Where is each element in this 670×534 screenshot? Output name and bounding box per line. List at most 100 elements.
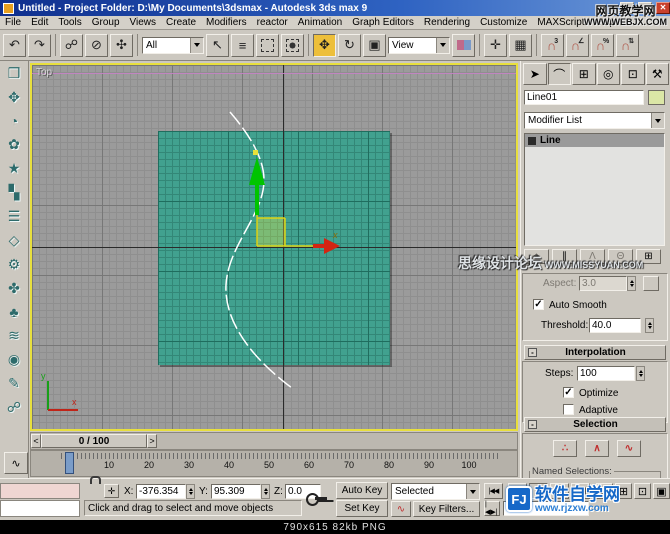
left-tool-icon-5[interactable]: ▚	[9, 184, 20, 201]
line01-spline[interactable]	[226, 112, 292, 388]
selection-rollout-header[interactable]: - Selection	[524, 417, 666, 432]
modifier-list-dropdown[interactable]: Modifier List	[524, 112, 665, 129]
create-tab-icon[interactable]: ➤	[523, 63, 547, 85]
menu-tools[interactable]: Tools	[53, 16, 86, 30]
key-mode-toggle-icon[interactable]: |◀▶|	[484, 501, 500, 516]
unlink-selection-icon[interactable]: ⊘	[85, 34, 108, 57]
steps-field[interactable]	[577, 366, 635, 381]
zoom-extents-all-icon[interactable]: ▣	[653, 483, 670, 499]
left-tool-icon-4[interactable]: ★	[8, 160, 21, 177]
select-and-manipulate-icon[interactable]: ✛	[484, 34, 507, 57]
left-tool-icon-14[interactable]: ☍	[7, 399, 21, 416]
set-key-button[interactable]: Set Key	[336, 500, 388, 517]
track-bar[interactable]: 0 10 20 30 40 50 60 70 80 90 100	[30, 450, 518, 477]
collapse-icon[interactable]: -	[528, 420, 537, 429]
menu-customize[interactable]: Customize	[475, 16, 532, 30]
y-coord-spinner[interactable]	[261, 484, 270, 499]
left-tool-icon-11[interactable]: ≋	[8, 327, 20, 344]
time-slider-prev-icon[interactable]: <	[31, 434, 41, 448]
viewport-top[interactable]: x y x Top	[30, 63, 518, 431]
hierarchy-tab-icon[interactable]: ⊞	[572, 63, 596, 85]
default-in-out-tangents-icon[interactable]: ∿	[391, 501, 411, 517]
reference-coordinate-system-dropdown[interactable]: View	[388, 37, 450, 54]
display-tab-icon[interactable]: ⊡	[621, 63, 645, 85]
key-mode-dropdown[interactable]: Selected	[391, 483, 480, 500]
x-coord-spinner[interactable]	[186, 484, 195, 499]
left-tool-icon-1[interactable]: ✥	[8, 89, 20, 106]
current-frame-marker[interactable]	[65, 452, 74, 474]
go-to-start-icon[interactable]: |◀◀	[484, 483, 503, 499]
left-tool-icon-3[interactable]: ✿	[8, 136, 20, 153]
maxscript-listener-input[interactable]	[0, 483, 80, 499]
dropdown-arrow-icon[interactable]	[651, 113, 664, 128]
zoom-extents-icon[interactable]: ⊡	[634, 483, 651, 499]
spinner-snap-icon[interactable]: ∩⇅	[616, 34, 639, 57]
aspect-lock-button[interactable]	[643, 276, 659, 291]
use-pivot-point-center-icon[interactable]	[452, 34, 475, 57]
menu-maxscript[interactable]: MAXScript	[532, 16, 589, 30]
select-and-move-icon[interactable]: ✥	[313, 34, 336, 57]
lightbulb-icon[interactable]	[528, 137, 536, 145]
menu-animation[interactable]: Animation	[293, 16, 347, 30]
auto-key-button[interactable]: Auto Key	[336, 482, 388, 499]
spline-sub-object-icon[interactable]: ∿	[617, 440, 641, 457]
x-coord-field[interactable]	[136, 484, 186, 499]
bind-to-space-warp-icon[interactable]: ✣	[110, 34, 133, 57]
gizmo-x-arrowhead[interactable]	[324, 238, 340, 254]
menu-rendering[interactable]: Rendering	[419, 16, 475, 30]
select-by-name-icon[interactable]: ≡	[231, 34, 254, 57]
spline-vertex[interactable]	[253, 150, 258, 155]
menu-modifiers[interactable]: Modifiers	[201, 16, 252, 30]
rectangular-selection-region-icon[interactable]	[256, 34, 279, 57]
open-mini-curve-editor-icon[interactable]: ∿	[4, 452, 28, 474]
left-tool-icon-9[interactable]: ✤	[8, 280, 20, 297]
dropdown-arrow-icon[interactable]	[466, 484, 479, 499]
stack-item-line[interactable]: Line	[525, 134, 664, 147]
time-slider-handle[interactable]: 0 / 100	[41, 434, 147, 448]
snap-toggle-3d-icon[interactable]: ∩3	[541, 34, 564, 57]
object-color-swatch[interactable]	[648, 90, 665, 105]
threshold-spinner[interactable]	[645, 318, 654, 333]
aspect-field[interactable]: 3.0	[579, 276, 627, 291]
select-object-icon[interactable]: ↖	[206, 34, 229, 57]
menu-group[interactable]: Group	[87, 16, 125, 30]
left-tool-icon-8[interactable]: ⚙	[8, 256, 21, 273]
left-tool-icon-6[interactable]: ☰	[8, 208, 21, 225]
optimize-checkbox[interactable]: ✓	[563, 387, 574, 398]
undo-icon[interactable]: ↶	[3, 34, 26, 57]
threshold-field[interactable]	[589, 318, 641, 333]
key-filters-button[interactable]: Key Filters...	[413, 501, 480, 517]
keyboard-shortcut-override-icon[interactable]: ▦	[509, 34, 532, 57]
interpolation-rollout-header[interactable]: - Interpolation	[524, 345, 666, 360]
angle-snap-icon[interactable]: ∩∠	[566, 34, 589, 57]
select-and-link-icon[interactable]: ☍	[60, 34, 83, 57]
motion-tab-icon[interactable]: ◎	[597, 63, 621, 85]
left-tool-icon-7[interactable]: ◇	[9, 232, 20, 249]
collapse-icon[interactable]: -	[528, 348, 537, 357]
select-and-rotate-icon[interactable]: ↻	[338, 34, 361, 57]
vertex-sub-object-icon[interactable]: ∴	[553, 440, 577, 457]
viewport-label[interactable]: Top	[36, 67, 52, 78]
left-tool-icon-12[interactable]: ◉	[8, 351, 20, 368]
left-tool-icon-2[interactable]: ◔	[10, 113, 18, 129]
redo-icon[interactable]: ↷	[28, 34, 51, 57]
absolute-mode-icon[interactable]: ✛	[104, 484, 119, 498]
percent-snap-icon[interactable]: ∩%	[591, 34, 614, 57]
aspect-spinner[interactable]	[627, 276, 636, 291]
maxscript-listener-output[interactable]	[0, 500, 80, 517]
gizmo-xy-plane-handle[interactable]	[257, 218, 285, 246]
segment-sub-object-icon[interactable]: ∧	[585, 440, 609, 457]
left-tool-icon-13[interactable]: ✎	[8, 375, 20, 392]
left-tool-icon-10[interactable]: ♣	[9, 304, 18, 320]
steps-spinner[interactable]	[636, 366, 645, 381]
select-and-scale-icon[interactable]: ▣	[363, 34, 386, 57]
y-coord-field[interactable]	[211, 484, 261, 499]
menu-graph-editors[interactable]: Graph Editors	[347, 16, 419, 30]
time-slider-track[interactable]: < 0 / 100 >	[30, 432, 518, 450]
utilities-tab-icon[interactable]: ⚒	[646, 63, 670, 85]
menu-file[interactable]: File	[0, 16, 26, 30]
time-slider-next-icon[interactable]: >	[147, 434, 157, 448]
menu-edit[interactable]: Edit	[26, 16, 53, 30]
window-crossing-icon[interactable]	[281, 34, 304, 57]
menu-reactor[interactable]: reactor	[252, 16, 293, 30]
